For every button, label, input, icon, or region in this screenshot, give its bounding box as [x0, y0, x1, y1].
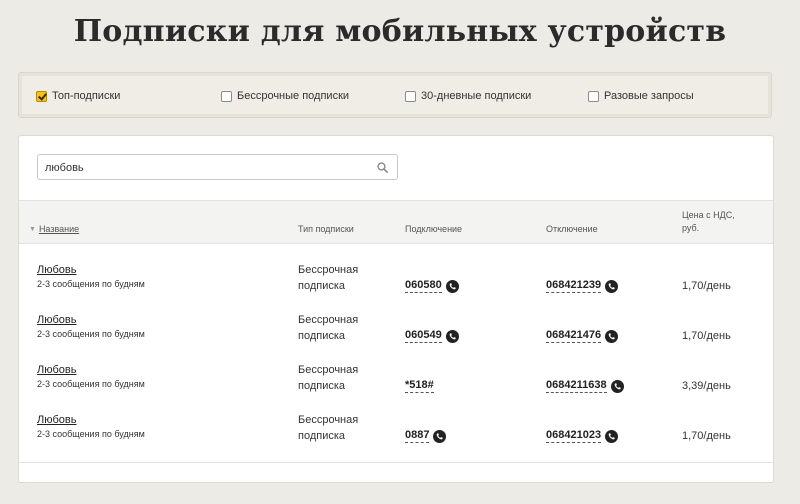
phone-icon[interactable]	[445, 329, 459, 343]
table-bottom-divider	[19, 462, 773, 463]
disconnect-cell: 068421023	[546, 429, 619, 443]
search-box	[37, 154, 398, 180]
filter-one-time-requests[interactable]: Разовые запросы	[588, 89, 694, 103]
subscription-type: Бессрочная подписка	[298, 414, 359, 442]
price: 1,70/день	[682, 430, 731, 442]
subscription-description: 2-3 сообщения по будням	[37, 329, 145, 339]
subscription-type: Бессрочная подписка	[298, 264, 359, 292]
subscription-description: 2-3 сообщения по будням	[37, 279, 145, 289]
subscription-name-link[interactable]: Любовь	[37, 414, 76, 426]
filter-label: 30-дневные подписки	[421, 90, 532, 102]
column-header-connect: Подключение	[405, 224, 463, 234]
column-header-price: Цена с НДС, руб.	[682, 210, 735, 233]
filter-label: Разовые запросы	[604, 90, 694, 102]
filter-unlimited-subscriptions[interactable]: Бессрочные подписки	[221, 89, 349, 103]
connect-code[interactable]: 0887	[405, 429, 430, 443]
price: 1,70/день	[682, 330, 731, 342]
subscription-name-link[interactable]: Любовь	[37, 364, 76, 376]
disconnect-cell: 068421239	[546, 279, 619, 293]
results-panel: ▼ Название Тип подписки Подключение Откл…	[18, 135, 774, 483]
column-header-disconnect: Отключение	[546, 224, 598, 234]
checkbox[interactable]	[221, 90, 232, 102]
disconnect-cell: 068421476	[546, 329, 619, 343]
price: 3,39/день	[682, 380, 731, 392]
connect-cell: 060580	[405, 279, 459, 293]
checkbox[interactable]	[588, 90, 599, 102]
table-row: Любовь 2-3 сообщения по будням Бессрочна…	[19, 360, 773, 410]
table-header: ▼ Название Тип подписки Подключение Откл…	[19, 200, 773, 244]
subscription-type: Бессрочная подписка	[298, 314, 359, 342]
filter-label: Топ-подписки	[52, 90, 121, 102]
connect-cell: *518#	[405, 379, 434, 393]
subscription-name-link[interactable]: Любовь	[37, 264, 76, 276]
phone-icon[interactable]	[433, 429, 447, 443]
filter-label: Бессрочные подписки	[237, 90, 350, 102]
phone-icon[interactable]	[445, 279, 459, 293]
disconnect-code[interactable]: 068421239	[546, 279, 602, 293]
phone-icon[interactable]	[605, 279, 619, 293]
column-header-name[interactable]: ▼ Название	[29, 223, 79, 236]
filter-30-day-subscriptions[interactable]: 30-дневные подписки	[405, 89, 531, 103]
disconnect-code[interactable]: 0684211638	[546, 379, 607, 393]
disconnect-code[interactable]: 068421476	[546, 329, 602, 343]
checkbox[interactable]	[405, 90, 416, 102]
table-row: Любовь 2-3 сообщения по будням Бессрочна…	[19, 260, 773, 310]
phone-icon[interactable]	[605, 429, 619, 443]
subscription-type: Бессрочная подписка	[298, 364, 359, 392]
table-row: Любовь 2-3 сообщения по будням Бессрочна…	[19, 410, 773, 460]
subscription-description: 2-3 сообщения по будням	[37, 429, 145, 439]
connect-code[interactable]: 060549	[405, 329, 442, 343]
filter-bar: Топ-подписки Бессрочные подписки 30-днев…	[18, 72, 772, 118]
column-header-type: Тип подписки	[298, 224, 354, 234]
connect-cell: 0887	[405, 429, 447, 443]
table-row: Любовь 2-3 сообщения по будням Бессрочна…	[19, 310, 773, 360]
search-icon[interactable]	[377, 162, 388, 173]
page-title: Подписки для мобильных устройств	[73, 14, 727, 49]
filter-top-subscriptions[interactable]: Топ-подписки	[36, 89, 120, 103]
subscription-name-link[interactable]: Любовь	[37, 314, 76, 326]
disconnect-cell: 0684211638	[546, 379, 624, 393]
checkbox-checked[interactable]	[36, 90, 47, 102]
phone-icon[interactable]	[610, 379, 624, 393]
search-input[interactable]	[45, 160, 365, 175]
connect-cell: 060549	[405, 329, 459, 343]
phone-icon[interactable]	[605, 329, 619, 343]
sort-arrow-icon: ▼	[29, 226, 36, 233]
subscription-description: 2-3 сообщения по будням	[37, 379, 145, 389]
price: 1,70/день	[682, 280, 731, 292]
connect-code[interactable]: 060580	[405, 279, 442, 293]
disconnect-code[interactable]: 068421023	[546, 429, 602, 443]
connect-code[interactable]: *518#	[405, 379, 434, 393]
